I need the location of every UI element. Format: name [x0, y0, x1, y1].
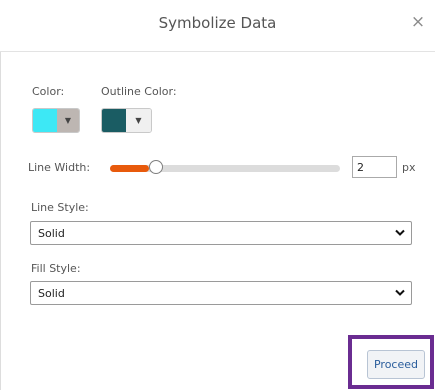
caret-down-icon: ▼ [126, 109, 151, 132]
proceed-button[interactable]: Proceed [367, 350, 425, 379]
dialog-title: Symbolize Data [158, 14, 277, 32]
caret-down-icon: ▼ [57, 109, 79, 132]
outline-color-swatch [102, 109, 128, 132]
color-swatch [33, 109, 59, 132]
dialog-border [0, 52, 1, 390]
chevron-down-icon [395, 229, 405, 236]
symbolize-data-dialog: Symbolize Data × Color: ▼ Outline Color:… [0, 0, 435, 390]
dialog-titlebar: Symbolize Data × [0, 0, 435, 52]
line-style-select[interactable]: Solid [30, 221, 412, 245]
outline-color-picker-button[interactable]: ▼ [101, 108, 152, 133]
fill-style-label: Fill Style: [31, 262, 81, 275]
line-width-slider-handle[interactable] [149, 160, 164, 174]
line-style-selected-value: Solid [38, 227, 65, 240]
line-width-unit: px [402, 161, 416, 174]
outline-color-label: Outline Color: [101, 85, 177, 98]
color-label: Color: [32, 85, 65, 98]
line-width-slider-fill [110, 165, 150, 172]
fill-style-selected-value: Solid [38, 287, 65, 300]
line-width-input[interactable] [352, 156, 397, 178]
line-width-label: Line Width: [28, 161, 91, 174]
chevron-down-icon [395, 289, 405, 296]
color-picker-button[interactable]: ▼ [32, 108, 80, 133]
close-icon[interactable]: × [409, 12, 427, 32]
line-width-slider[interactable] [110, 160, 340, 174]
fill-style-select[interactable]: Solid [30, 281, 412, 305]
line-style-label: Line Style: [31, 201, 89, 214]
